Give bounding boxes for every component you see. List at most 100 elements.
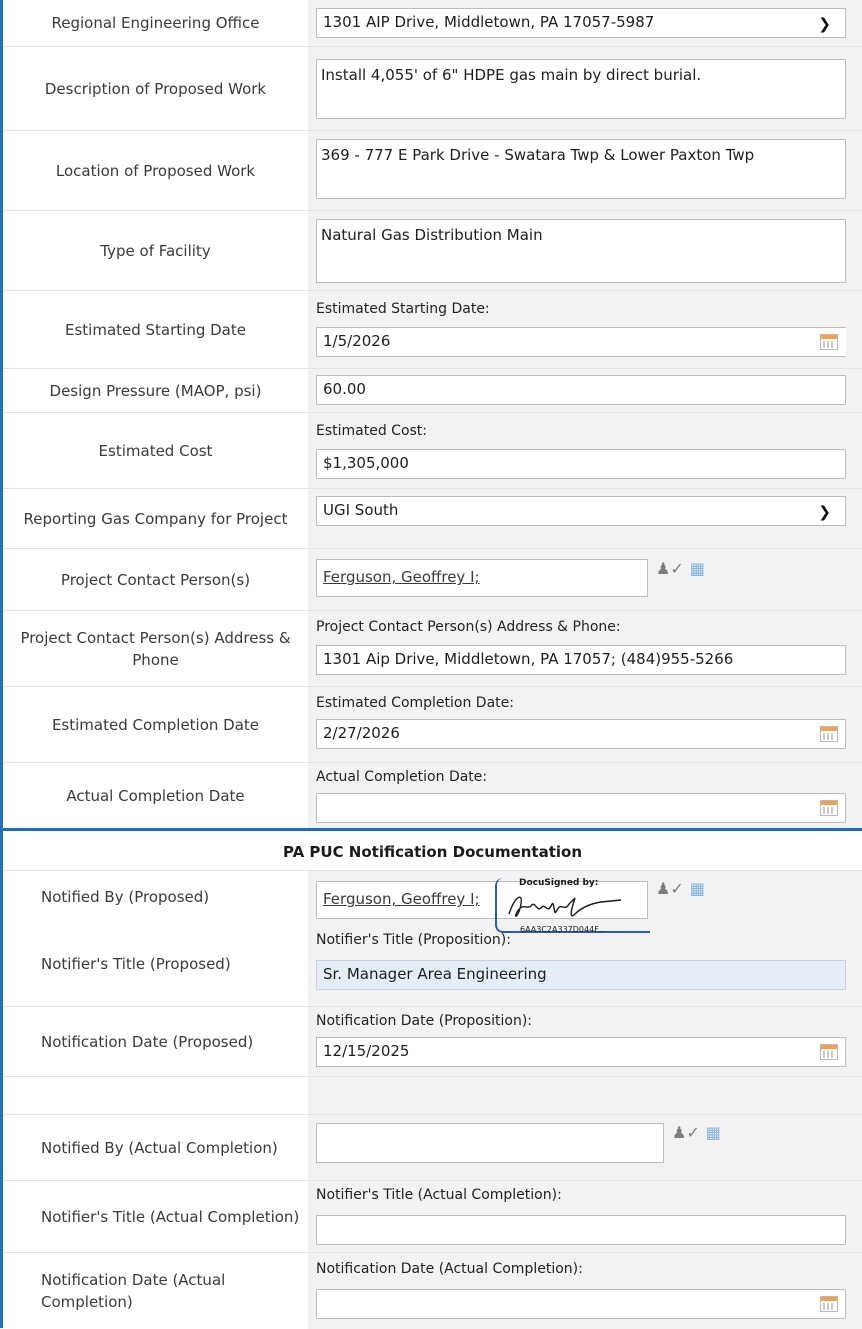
calendar-icon[interactable] bbox=[820, 726, 838, 742]
sublabel-date-actual: Notification Date (Actual Completion): bbox=[316, 1261, 583, 1277]
row-completion-actual: Actual Completion Date Actual Completion… bbox=[3, 762, 862, 829]
calendar-icon[interactable] bbox=[820, 1296, 838, 1312]
date-actual-input[interactable] bbox=[316, 1289, 846, 1319]
notified-by-proposed-link[interactable]: Ferguson, Geoffrey I; bbox=[323, 890, 480, 908]
label-cost: Estimated Cost bbox=[3, 413, 308, 489]
row-date-proposed: Notification Date (Proposed) Notificatio… bbox=[3, 1006, 862, 1077]
value-cell: Project Contact Person(s) Address & Phon… bbox=[308, 611, 862, 687]
value-cell: Estimated Completion Date: 2/27/2026 bbox=[308, 687, 862, 763]
row-notified-by-proposed: Notified By (Proposed) Ferguson, Geoffre… bbox=[3, 870, 862, 923]
value-cell: Estimated Starting Date: 1/5/2026 bbox=[308, 291, 862, 369]
check-names-icon[interactable]: ♟✓ bbox=[656, 559, 684, 578]
title-actual-input[interactable] bbox=[316, 1215, 846, 1245]
sublabel-title-proposed: Notifier's Title (Proposition): bbox=[316, 932, 511, 948]
value-cell: Natural Gas Distribution Main bbox=[308, 211, 862, 291]
value-cell: 369 - 777 E Park Drive - Swatara Twp & L… bbox=[308, 131, 862, 211]
address-book-icon[interactable]: ▦ bbox=[706, 1123, 721, 1142]
row-start-date: Estimated Starting Date Estimated Starti… bbox=[3, 290, 862, 369]
signature-image bbox=[508, 896, 622, 917]
notified-by-actual-picker[interactable] bbox=[316, 1123, 664, 1163]
sublabel-date-proposed: Notification Date (Proposition): bbox=[316, 1013, 532, 1029]
row-notified-by-actual: Notified By (Actual Completion) ♟✓ ▦ bbox=[3, 1114, 862, 1181]
label-title-proposed: Notifier's Title (Proposed) bbox=[3, 922, 308, 1006]
label-contact-address: Project Contact Person(s) Address & Phon… bbox=[3, 611, 308, 687]
row-description: Description of Proposed Work Install 4,0… bbox=[3, 46, 862, 131]
calendar-icon[interactable] bbox=[820, 334, 838, 350]
people-picker-actions: ♟✓ ▦ bbox=[656, 879, 705, 898]
check-names-icon[interactable]: ♟✓ bbox=[672, 1123, 700, 1142]
label-completion-est: Estimated Completion Date bbox=[3, 687, 308, 763]
row-pressure: Design Pressure (MAOP, psi) 60.00 bbox=[3, 368, 862, 413]
facility-textarea[interactable]: Natural Gas Distribution Main bbox=[316, 219, 846, 283]
people-picker-actions: ♟✓ ▦ bbox=[672, 1123, 721, 1142]
label-facility: Type of Facility bbox=[3, 211, 308, 291]
chevron-down-icon: ❯ bbox=[818, 15, 831, 33]
row-contact: Project Contact Person(s) Ferguson, Geof… bbox=[3, 548, 862, 611]
label-description: Description of Proposed Work bbox=[3, 47, 308, 131]
row-engineering-office: Regional Engineering Office 1301 AIP Dri… bbox=[3, 0, 862, 46]
value-cell: Actual Completion Date: bbox=[308, 763, 862, 829]
description-textarea[interactable]: Install 4,055' of 6" HDPE gas main by di… bbox=[316, 59, 846, 119]
value-cell: Notification Date (Actual Completion): bbox=[308, 1253, 862, 1329]
contact-address-input[interactable]: 1301 Aip Drive, Middletown, PA 17057; (4… bbox=[316, 645, 846, 675]
label-title-actual: Notifier's Title (Actual Completion) bbox=[3, 1181, 308, 1253]
label-engineering-office: Regional Engineering Office bbox=[3, 0, 308, 46]
row-contact-address: Project Contact Person(s) Address & Phon… bbox=[3, 610, 862, 687]
engineering-office-value: 1301 AIP Drive, Middletown, PA 17057-598… bbox=[323, 13, 655, 31]
contact-person-link[interactable]: Ferguson, Geoffrey I; bbox=[323, 568, 480, 586]
contact-people-picker[interactable]: Ferguson, Geoffrey I; bbox=[316, 559, 648, 597]
value-cell: 60.00 bbox=[308, 369, 862, 413]
company-select[interactable]: UGI South ❯ bbox=[316, 496, 846, 526]
row-location: Location of Proposed Work 369 - 777 E Pa… bbox=[3, 130, 862, 211]
spacer-value bbox=[308, 1077, 862, 1115]
row-title-proposed: Notifier's Title (Proposed) Notifier's T… bbox=[3, 922, 862, 1006]
address-book-icon[interactable]: ▦ bbox=[690, 879, 705, 898]
date-proposed-input[interactable]: 12/15/2025 bbox=[316, 1037, 846, 1067]
pressure-input[interactable]: 60.00 bbox=[316, 375, 846, 405]
chevron-down-icon: ❯ bbox=[818, 503, 831, 521]
completion-est-input[interactable]: 2/27/2026 bbox=[316, 719, 846, 749]
calendar-icon[interactable] bbox=[820, 800, 838, 816]
docusign-header: DocuSigned by: bbox=[519, 878, 599, 888]
completion-actual-input[interactable] bbox=[316, 793, 846, 823]
row-cost: Estimated Cost Estimated Cost: $1,305,00… bbox=[3, 412, 862, 489]
value-cell: UGI South ❯ bbox=[308, 489, 862, 549]
people-picker-actions: ♟✓ ▦ bbox=[656, 559, 705, 578]
calendar-icon[interactable] bbox=[820, 1044, 838, 1060]
value-cell: 1301 AIP Drive, Middletown, PA 17057-598… bbox=[308, 0, 862, 46]
label-completion-actual: Actual Completion Date bbox=[3, 763, 308, 829]
row-title-actual: Notifier's Title (Actual Completion) Not… bbox=[3, 1180, 862, 1253]
sublabel-cost: Estimated Cost: bbox=[316, 423, 428, 439]
value-cell: ♟✓ ▦ bbox=[308, 1115, 862, 1181]
address-book-icon[interactable]: ▦ bbox=[690, 559, 705, 578]
value-cell: Notifier's Title (Actual Completion): bbox=[308, 1181, 862, 1253]
value-cell: Install 4,055' of 6" HDPE gas main by di… bbox=[308, 47, 862, 131]
value-cell: Notification Date (Proposition): 12/15/2… bbox=[308, 1007, 862, 1077]
label-notified-by-actual: Notified By (Actual Completion) bbox=[3, 1115, 308, 1181]
location-textarea[interactable]: 369 - 777 E Park Drive - Swatara Twp & L… bbox=[316, 139, 846, 199]
sublabel-start-date: Estimated Starting Date: bbox=[316, 301, 490, 317]
row-company: Reporting Gas Company for Project UGI So… bbox=[3, 488, 862, 549]
company-value: UGI South bbox=[323, 501, 399, 519]
check-names-icon[interactable]: ♟✓ bbox=[656, 879, 684, 898]
row-spacer bbox=[3, 1076, 862, 1115]
label-location: Location of Proposed Work bbox=[3, 131, 308, 211]
docusign-envelope-id: 6AA3C2A337D044F... bbox=[520, 925, 606, 934]
spacer-label bbox=[3, 1077, 308, 1115]
row-date-actual: Notification Date (Actual Completion) No… bbox=[3, 1252, 862, 1329]
label-notified-by-proposed: Notified By (Proposed) bbox=[3, 871, 308, 923]
label-start-date: Estimated Starting Date bbox=[3, 291, 308, 369]
start-date-input[interactable]: 1/5/2026 bbox=[316, 327, 846, 357]
title-proposed-input: Sr. Manager Area Engineering bbox=[316, 960, 846, 990]
label-date-actual: Notification Date (Actual Completion) bbox=[3, 1253, 308, 1329]
value-cell: Estimated Cost: $1,305,000 bbox=[308, 413, 862, 489]
label-pressure: Design Pressure (MAOP, psi) bbox=[3, 369, 308, 413]
sublabel-contact-address: Project Contact Person(s) Address & Phon… bbox=[316, 619, 621, 635]
value-cell: Notifier's Title (Proposition): Sr. Mana… bbox=[308, 922, 862, 1006]
row-completion-est: Estimated Completion Date Estimated Comp… bbox=[3, 686, 862, 763]
sublabel-completion-est: Estimated Completion Date: bbox=[316, 695, 514, 711]
engineering-office-select[interactable]: 1301 AIP Drive, Middletown, PA 17057-598… bbox=[316, 8, 846, 38]
cost-input[interactable]: $1,305,000 bbox=[316, 449, 846, 479]
value-cell: Ferguson, Geoffrey I; ♟✓ ▦ bbox=[308, 549, 862, 611]
label-date-proposed: Notification Date (Proposed) bbox=[3, 1007, 308, 1077]
